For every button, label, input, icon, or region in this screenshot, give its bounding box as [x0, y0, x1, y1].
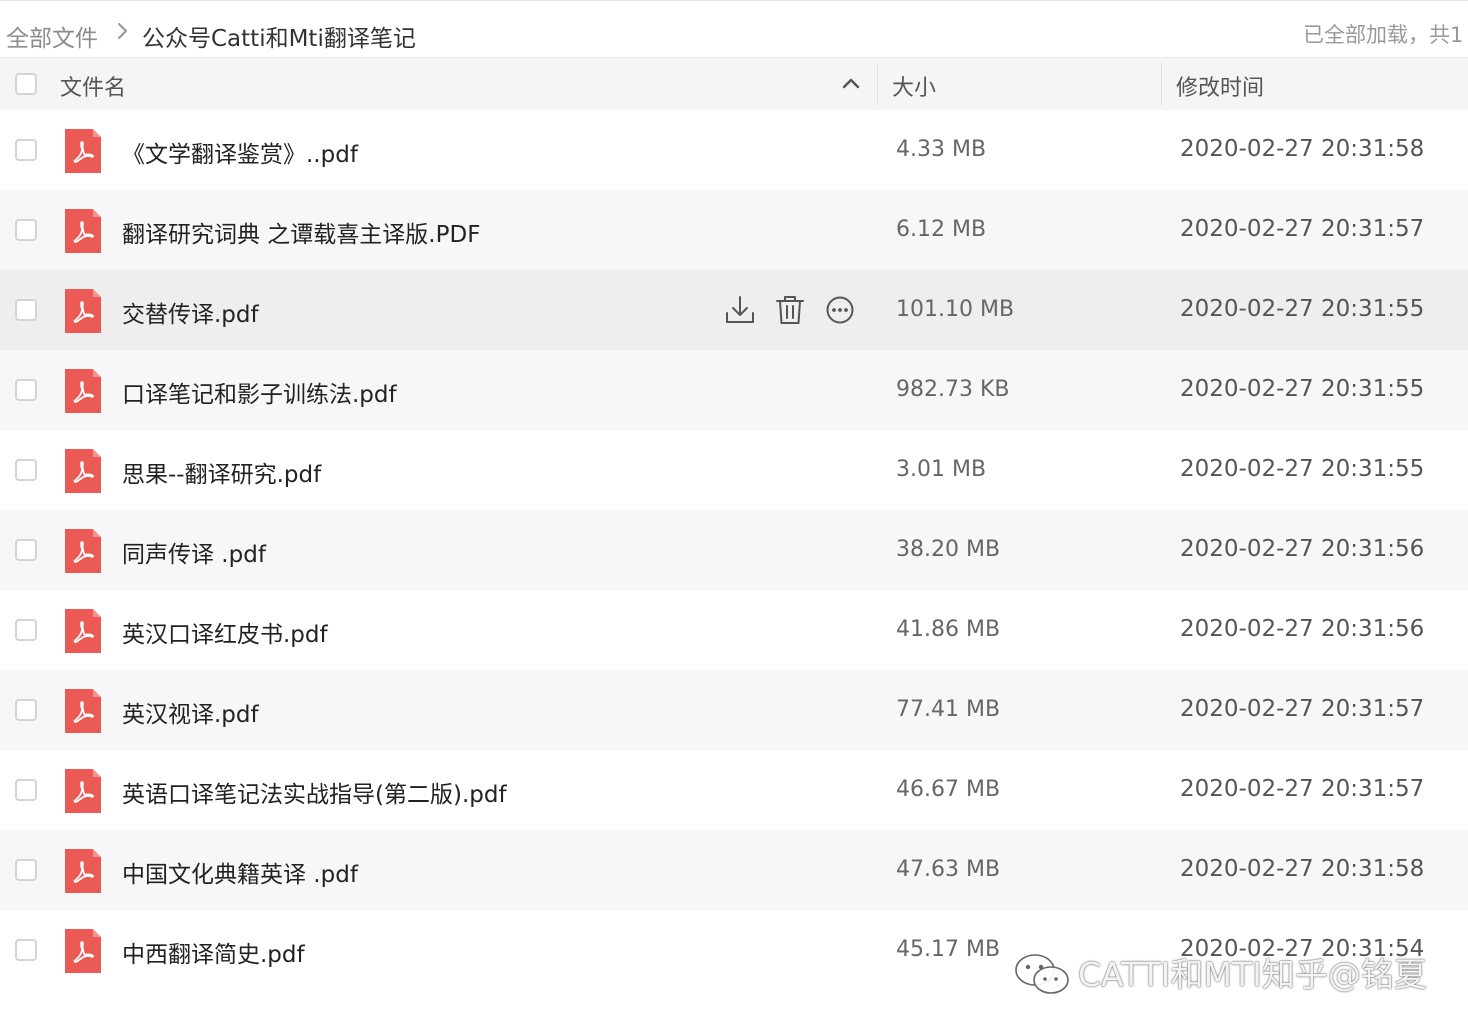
pdf-file-icon [65, 769, 101, 813]
chevron-right-icon [117, 22, 128, 40]
column-header-size[interactable]: 大小 [892, 70, 936, 102]
file-modified-time: 2020-02-27 20:31:58 [1180, 136, 1425, 162]
file-name[interactable]: 翻译研究词典 之谭载喜主译版.PDF [122, 215, 480, 249]
row-checkbox[interactable] [15, 779, 37, 801]
select-all-checkbox[interactable] [15, 73, 37, 95]
row-checkbox[interactable] [15, 699, 37, 721]
file-name[interactable]: 交替传译.pdf [122, 295, 259, 329]
table-row[interactable]: 英汉口译红皮书.pdf 41.86 MB 2020-02-27 20:31:56 [0, 590, 1468, 670]
file-name[interactable]: 英汉口译红皮书.pdf [122, 615, 328, 649]
table-row[interactable]: 中国文化典籍英译 .pdf 47.63 MB 2020-02-27 20:31:58 [0, 830, 1468, 910]
file-size: 6.12 MB [896, 217, 987, 242]
pdf-file-icon [65, 289, 101, 333]
file-size: 77.41 MB [896, 697, 1001, 722]
file-size: 47.63 MB [896, 857, 1001, 882]
column-header-name[interactable]: 文件名 [60, 70, 126, 102]
download-icon[interactable] [722, 292, 758, 328]
column-divider[interactable] [877, 62, 878, 106]
file-size: 38.20 MB [896, 537, 1001, 562]
file-modified-time: 2020-02-27 20:31:57 [1180, 696, 1425, 722]
file-name[interactable]: 中国文化典籍英译 .pdf [122, 855, 358, 889]
file-size: 3.01 MB [896, 457, 987, 482]
trash-icon[interactable] [772, 292, 808, 328]
row-checkbox[interactable] [15, 219, 37, 241]
file-name[interactable]: 口译笔记和影子训练法.pdf [122, 375, 397, 409]
row-checkbox[interactable] [15, 619, 37, 641]
file-name[interactable]: 中西翻译简史.pdf [122, 935, 305, 969]
file-size: 45.17 MB [896, 937, 1001, 962]
file-name[interactable]: 《文学翻译鉴赏》..pdf [122, 135, 358, 169]
pdf-file-icon [65, 209, 101, 253]
pdf-file-icon [65, 689, 101, 733]
row-checkbox[interactable] [15, 139, 37, 161]
table-row[interactable]: 《文学翻译鉴赏》..pdf 4.33 MB 2020-02-27 20:31:58 [0, 110, 1468, 190]
table-row[interactable]: 交替传译.pdf 101.10 MB 2020-02-27 20:31:55 [0, 270, 1468, 350]
pdf-file-icon [65, 449, 101, 493]
file-modified-time: 2020-02-27 20:31:56 [1180, 616, 1425, 642]
file-size: 4.33 MB [896, 137, 987, 162]
file-modified-time: 2020-02-27 20:31:55 [1180, 296, 1425, 322]
sort-ascending-icon[interactable] [840, 72, 862, 94]
file-modified-time: 2020-02-27 20:31:57 [1180, 776, 1425, 802]
file-size: 101.10 MB [896, 297, 1015, 322]
table-row[interactable]: 英语口译笔记法实战指导(第二版).pdf 46.67 MB 2020-02-27 2… [0, 750, 1468, 830]
row-checkbox[interactable] [15, 939, 37, 961]
file-size: 982.73 KB [896, 377, 1010, 402]
file-modified-time: 2020-02-27 20:31:56 [1180, 536, 1425, 562]
file-name[interactable]: 英汉视译.pdf [122, 695, 259, 729]
breadcrumb: 全部文件 公众号Catti和Mti翻译笔记 已全部加载，共1 [0, 0, 1468, 58]
table-header: 文件名 大小 修改时间 [0, 58, 1468, 110]
file-size: 46.67 MB [896, 777, 1001, 802]
table-row[interactable]: 思果--翻译研究.pdf 3.01 MB 2020-02-27 20:31:55 [0, 430, 1468, 510]
breadcrumb-root[interactable]: 全部文件 [6, 19, 98, 53]
file-name[interactable]: 同声传译 .pdf [122, 535, 266, 569]
table-row[interactable]: 同声传译 .pdf 38.20 MB 2020-02-27 20:31:56 [0, 510, 1468, 590]
wechat-icon [1015, 954, 1069, 994]
table-row[interactable]: 翻译研究词典 之谭载喜主译版.PDF 6.12 MB 2020-02-27 20:3… [0, 190, 1468, 270]
pdf-file-icon [65, 369, 101, 413]
file-name[interactable]: 英语口译笔记法实战指导(第二版).pdf [122, 775, 507, 809]
row-checkbox[interactable] [15, 539, 37, 561]
table-row[interactable]: 英汉视译.pdf 77.41 MB 2020-02-27 20:31:57 [0, 670, 1468, 750]
breadcrumb-current: 公众号Catti和Mti翻译笔记 [142, 26, 416, 52]
row-checkbox[interactable] [15, 459, 37, 481]
row-checkbox[interactable] [15, 859, 37, 881]
row-checkbox[interactable] [15, 299, 37, 321]
pdf-file-icon [65, 129, 101, 173]
column-header-modified[interactable]: 修改时间 [1176, 70, 1264, 102]
row-checkbox[interactable] [15, 379, 37, 401]
file-modified-time: 2020-02-27 20:31:55 [1180, 376, 1425, 402]
table-row[interactable]: 口译笔记和影子训练法.pdf 982.73 KB 2020-02-27 20:31:… [0, 350, 1468, 430]
file-name[interactable]: 思果--翻译研究.pdf [122, 455, 321, 489]
file-modified-time: 2020-02-27 20:31:58 [1180, 856, 1425, 882]
pdf-file-icon [65, 929, 101, 973]
column-divider[interactable] [1161, 62, 1162, 106]
pdf-file-icon [65, 849, 101, 893]
file-size: 41.86 MB [896, 617, 1001, 642]
pdf-file-icon [65, 609, 101, 653]
file-modified-time: 2020-02-27 20:31:55 [1180, 456, 1425, 482]
file-modified-time: 2020-02-27 20:31:57 [1180, 216, 1425, 242]
pdf-file-icon [65, 529, 101, 573]
more-icon[interactable] [822, 292, 858, 328]
watermark-text: CATTI和MTI知乎@铭夏 [1078, 955, 1427, 994]
load-status-text: 已全部加载，共1 [1303, 23, 1464, 47]
